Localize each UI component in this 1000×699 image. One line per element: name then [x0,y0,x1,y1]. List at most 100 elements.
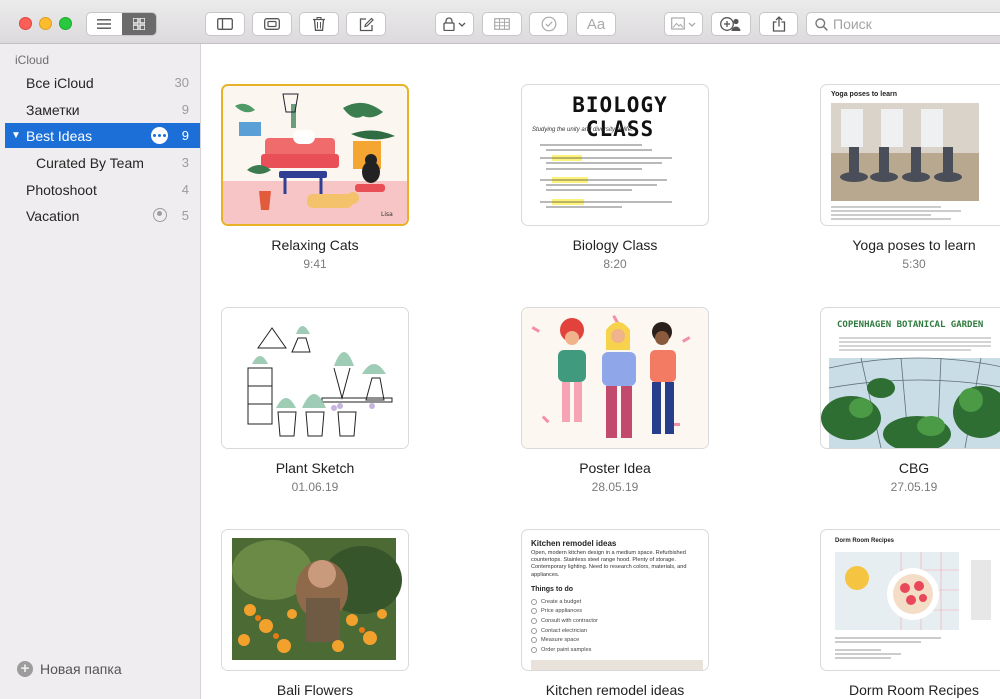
kitchen-photo-strip [531,660,703,670]
note-title: Biology Class [572,237,658,253]
note-thumbnail-dorm-recipes: Dorm Room Recipes [820,529,1000,671]
note-date: 01.06.19 [291,480,339,494]
kitchen-body: Open, modern kitchen design in a medium … [531,550,687,578]
note-date: 9:41 [303,257,327,271]
sidebar-item-curated-by-team[interactable]: Curated By Team 3 [5,150,200,175]
note-thumbnail-plant-sketch [221,307,409,449]
sidebar-item-count: 30 [174,75,189,90]
view-mode-control [86,12,157,36]
sidebar-item-label: Vacation [26,207,80,224]
todo-item: Consult with contractor [531,616,598,626]
todo-label: Contact electrician [541,627,588,634]
checkbox-icon[interactable] [531,637,537,644]
note-title: Dorm Room Recipes [849,682,979,698]
sidebar-item-count: 9 [181,128,189,143]
note-thumbnail-cbg: COPENHAGEN BOTANICAL GARDEN [820,307,1000,449]
gallery-view-icon [132,18,145,30]
sidebar-item-all-icloud[interactable]: Все iCloud 30 [5,70,200,95]
note-date: 28.05.19 [591,480,639,494]
sidebar-item-count: 9 [181,102,189,117]
toggle-sidebar-button[interactable] [205,12,245,36]
checkbox-icon[interactable] [531,608,537,615]
cbg-photo [821,337,1000,448]
table-button[interactable] [482,12,522,36]
note-title: Yoga poses to learn [852,237,976,253]
bali-flowers-photo [222,530,408,670]
svg-text:Lisa: Lisa [381,211,393,218]
lock-icon [442,17,465,31]
close-window-button[interactable] [19,17,32,30]
todo-item: Contact electrician [531,626,598,636]
new-note-button[interactable] [346,12,386,36]
todo-item: Create a budget [531,597,598,607]
zoom-window-button[interactable] [59,17,72,30]
delete-button[interactable] [299,12,339,36]
todo-label: Consult with contractor [541,617,598,624]
plant-sketch-illustration [222,308,408,448]
checkbox-icon[interactable] [531,627,537,634]
toolbar: Aa [0,0,1000,44]
minimize-window-button[interactable] [39,17,52,30]
share-icon [772,16,785,32]
more-options-icon[interactable] [151,127,168,144]
todo-item: Measure space [531,635,598,645]
media-button[interactable] [664,12,703,36]
trash-icon [313,17,325,31]
kitchen-heading: Kitchen remodel ideas [531,539,617,548]
search-input[interactable] [833,16,983,32]
sidebar-item-notes[interactable]: Заметки 9 [5,97,200,122]
todo-label: Order paint samples [541,646,592,653]
collaborate-icon [720,17,741,31]
sidebar-section-icloud: iCloud [15,53,50,67]
search-icon [815,17,828,31]
note-thumbnail-bali-flowers [221,529,409,671]
collaborate-button[interactable] [711,12,751,36]
sidebar-item-count: 3 [181,155,189,170]
note-date: 27.05.19 [890,480,938,494]
gallery-view-button[interactable] [121,13,156,35]
sidebar-item-label: Photoshoot [26,181,97,198]
checkbox-icon[interactable] [531,646,537,653]
attachments-button[interactable] [252,12,292,36]
note-thumbnail-kitchen: Kitchen remodel ideas Open, modern kitch… [521,529,709,671]
sidebar-item-label: Best Ideas [26,127,93,144]
note-title: Bali Flowers [276,682,354,698]
notes-gallery: Lisa Relaxing Cats 9:41 BIOLOGY CLASS St… [201,44,1000,699]
new-folder-button[interactable]: + Новая папка [17,661,122,677]
sidebar-item-photoshoot[interactable]: Photoshoot 4 [5,177,200,202]
sidebar-item-vacation[interactable]: Vacation 5 [5,203,200,228]
checkbox-icon[interactable] [531,598,537,605]
disclosure-triangle-icon[interactable]: ▼ [11,130,21,141]
todo-label: Measure space [541,637,580,644]
plus-icon: + [17,661,33,677]
note-date: 5:30 [902,257,926,271]
note-title: Kitchen remodel ideas [545,682,685,698]
relaxing-cats-illustration: Lisa [223,86,407,224]
format-icon: Aa [586,15,606,33]
lock-button[interactable] [435,12,474,36]
kitchen-todo-list: Create a budget Price appliances Consult… [531,597,598,655]
kitchen-todo-heading: Things to do [531,586,573,593]
note-title: CBG [898,460,930,476]
sidebar-item-label: Заметки [26,101,80,118]
checklist-button[interactable] [529,12,568,36]
sidebar-item-best-ideas[interactable]: ▼ Best Ideas 9 [5,123,200,148]
share-button[interactable] [759,12,798,36]
todo-item: Order paint samples [531,645,598,655]
todo-item: Price appliances [531,607,598,617]
new-folder-label: Новая папка [40,661,122,677]
list-view-icon [97,19,112,29]
note-title: Plant Sketch [275,460,355,476]
sidebar-item-count: 5 [181,208,189,223]
compose-icon [359,17,374,31]
table-icon [494,18,510,30]
media-icon [670,17,695,30]
format-button[interactable]: Aa [576,12,616,36]
todo-label: Price appliances [541,608,583,615]
checkbox-icon[interactable] [531,617,537,624]
list-view-button[interactable] [87,13,122,35]
dorm-photo [835,552,991,659]
search-field[interactable] [806,12,1000,36]
poster-illustration [522,308,708,448]
shared-folder-icon [153,208,167,222]
